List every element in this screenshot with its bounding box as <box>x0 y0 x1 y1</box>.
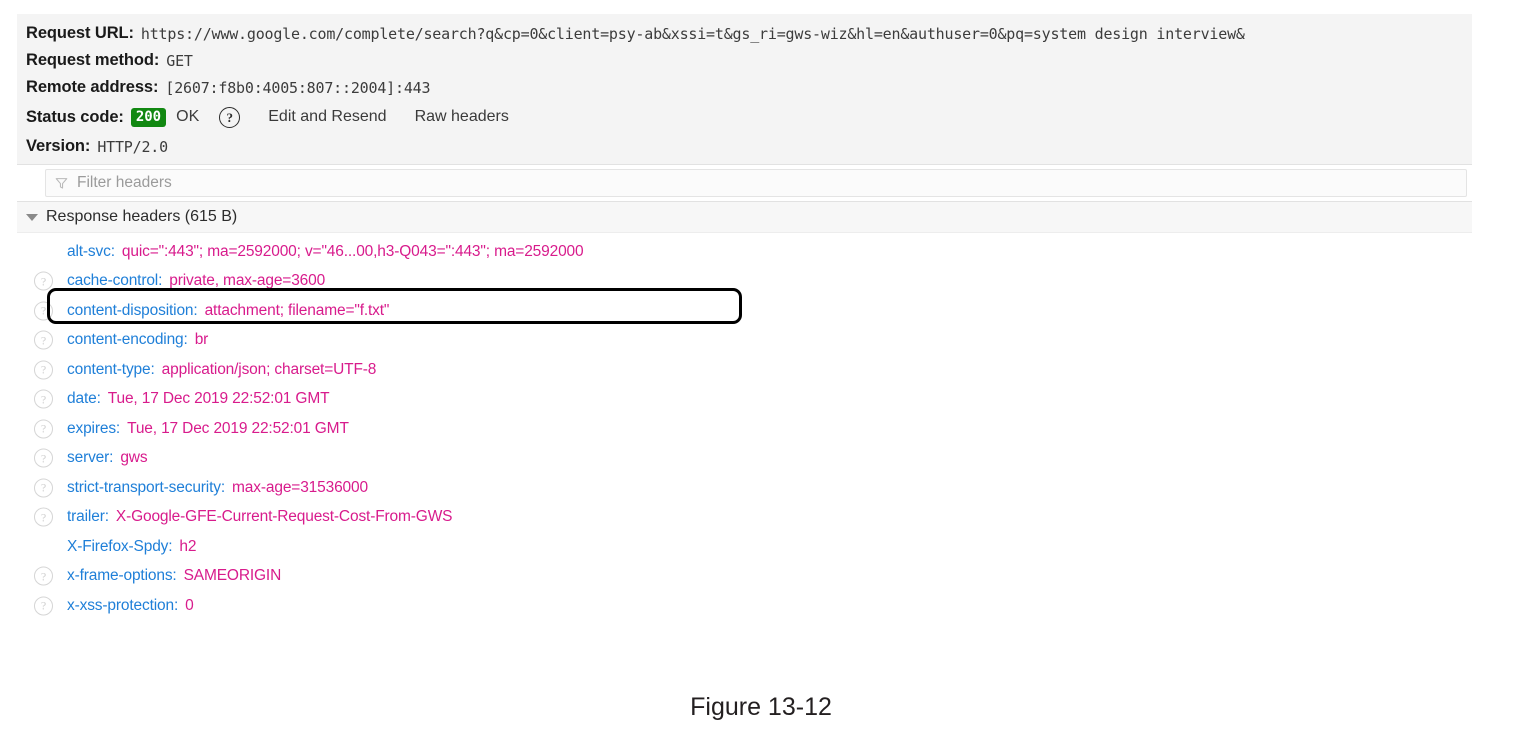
remote-address-label: Remote address: <box>26 78 159 96</box>
header-help-icon[interactable]: ? <box>34 507 53 527</box>
header-value: quic=":443"; ma=2592000; v="46...00,h3-Q… <box>121 242 584 260</box>
header-help-icon[interactable]: ? <box>34 271 53 291</box>
header-value: br <box>194 331 209 349</box>
header-row[interactable]: ? cache-control: private, max-age=3600 <box>17 267 1472 297</box>
status-help-icon[interactable]: ? <box>219 106 241 128</box>
header-help-icon[interactable]: ? <box>34 301 53 321</box>
header-value: Tue, 17 Dec 2019 22:52:01 GMT <box>107 390 330 408</box>
header-name: cache-control: <box>67 272 163 290</box>
request-method-value: GET <box>166 51 193 70</box>
header-help-icon[interactable]: ? <box>34 389 53 409</box>
header-value: application/json; charset=UTF-8 <box>161 360 377 378</box>
header-row[interactable]: X-Firefox-Spdy: h2 <box>17 532 1472 562</box>
header-row[interactable]: alt-svc: quic=":443"; ma=2592000; v="46..… <box>17 237 1472 267</box>
header-row[interactable]: ? server: gws <box>17 444 1472 474</box>
remote-address-row: Remote address: [2607:f8b0:4005:807::200… <box>17 74 1472 101</box>
filter-bar: Filter headers <box>17 164 1472 202</box>
response-headers-list: alt-svc: quic=":443"; ma=2592000; v="46..… <box>17 233 1472 621</box>
request-url-row: Request URL: https://www.google.com/comp… <box>17 20 1472 47</box>
response-headers-group-title: Response headers (615 B) <box>46 208 238 225</box>
status-badge: 200 <box>130 107 167 127</box>
network-request-details-panel: Request URL: https://www.google.com/comp… <box>17 14 1472 672</box>
header-name: strict-transport-security: <box>67 478 226 496</box>
chevron-down-icon[interactable] <box>26 213 38 221</box>
header-row[interactable]: ? x-xss-protection: 0 <box>17 591 1472 621</box>
header-name: trailer: <box>67 508 109 526</box>
header-name: expires: <box>67 419 121 437</box>
header-name: alt-svc: <box>67 242 115 260</box>
header-value: private, max-age=3600 <box>169 272 326 290</box>
request-method-row: Request method: GET <box>17 47 1472 74</box>
header-name: x-frame-options: <box>67 567 177 585</box>
version-label: Version: <box>26 137 91 155</box>
raw-headers-button[interactable]: Raw headers <box>415 108 509 126</box>
header-value: h2 <box>179 537 197 555</box>
header-value: 0 <box>185 596 194 614</box>
header-help-icon[interactable]: ? <box>34 360 53 380</box>
status-code-text: OK <box>176 108 200 125</box>
status-code-row: Status code: 200 OK ? Edit and Resend Ra… <box>17 101 1472 133</box>
header-value: gws <box>120 449 148 467</box>
header-row[interactable]: ? x-frame-options: SAMEORIGIN <box>17 562 1472 592</box>
figure-caption: Figure 13-12 <box>690 693 832 721</box>
header-value: SAMEORIGIN <box>183 567 282 585</box>
header-row[interactable]: ? expires: Tue, 17 Dec 2019 22:52:01 GMT <box>17 414 1472 444</box>
status-code-label: Status code: <box>26 107 124 126</box>
request-method-label: Request method: <box>26 51 160 69</box>
header-help-icon[interactable]: ? <box>34 478 53 498</box>
filter-headers-input-wrap[interactable]: Filter headers <box>45 169 1467 197</box>
header-value: max-age=31536000 <box>232 478 368 496</box>
request-url-value: https://www.google.com/complete/search?q… <box>140 24 1245 43</box>
header-help-icon[interactable]: ? <box>34 419 53 439</box>
request-summary-block: Request URL: https://www.google.com/comp… <box>17 14 1472 164</box>
header-row[interactable]: ? date: Tue, 17 Dec 2019 22:52:01 GMT <box>17 385 1472 415</box>
header-name: content-encoding: <box>67 331 188 349</box>
header-value: Tue, 17 Dec 2019 22:52:01 GMT <box>127 419 349 437</box>
header-row[interactable]: ? content-type: application/json; charset=… <box>17 355 1472 385</box>
header-value: attachment; filename="f.txt" <box>204 301 390 319</box>
header-row[interactable]: ? strict-transport-security: max-age=31536… <box>17 473 1472 503</box>
header-name: content-disposition: <box>67 301 198 319</box>
header-name: X-Firefox-Spdy: <box>67 537 173 555</box>
funnel-icon <box>55 177 68 189</box>
response-headers-group-header[interactable]: Response headers (615 B) <box>17 202 1472 233</box>
header-help-icon[interactable]: ? <box>34 566 53 586</box>
header-name: date: <box>67 390 101 408</box>
filter-headers-placeholder: Filter headers <box>77 174 172 191</box>
version-value: HTTP/2.0 <box>97 137 168 156</box>
header-help-icon[interactable]: ? <box>34 596 53 616</box>
header-name: x-xss-protection: <box>67 596 179 614</box>
header-help-icon[interactable]: ? <box>34 448 53 468</box>
request-url-label: Request URL: <box>26 24 134 42</box>
remote-address-value: [2607:f8b0:4005:807::2004]:443 <box>165 78 431 97</box>
header-name: server: <box>67 449 114 467</box>
header-row[interactable]: ? trailer: X-Google-GFE-Current-Request-Co… <box>17 503 1472 533</box>
header-help-icon[interactable]: ? <box>34 330 53 350</box>
header-row[interactable]: ? content-encoding: br <box>17 326 1472 356</box>
header-row[interactable]: ? content-disposition: attachment; filenam… <box>17 296 1472 326</box>
header-value: X-Google-GFE-Current-Request-Cost-From-G… <box>115 508 453 526</box>
edit-and-resend-button[interactable]: Edit and Resend <box>268 108 386 126</box>
header-name: content-type: <box>67 360 155 378</box>
version-row: Version: HTTP/2.0 <box>17 133 1472 160</box>
